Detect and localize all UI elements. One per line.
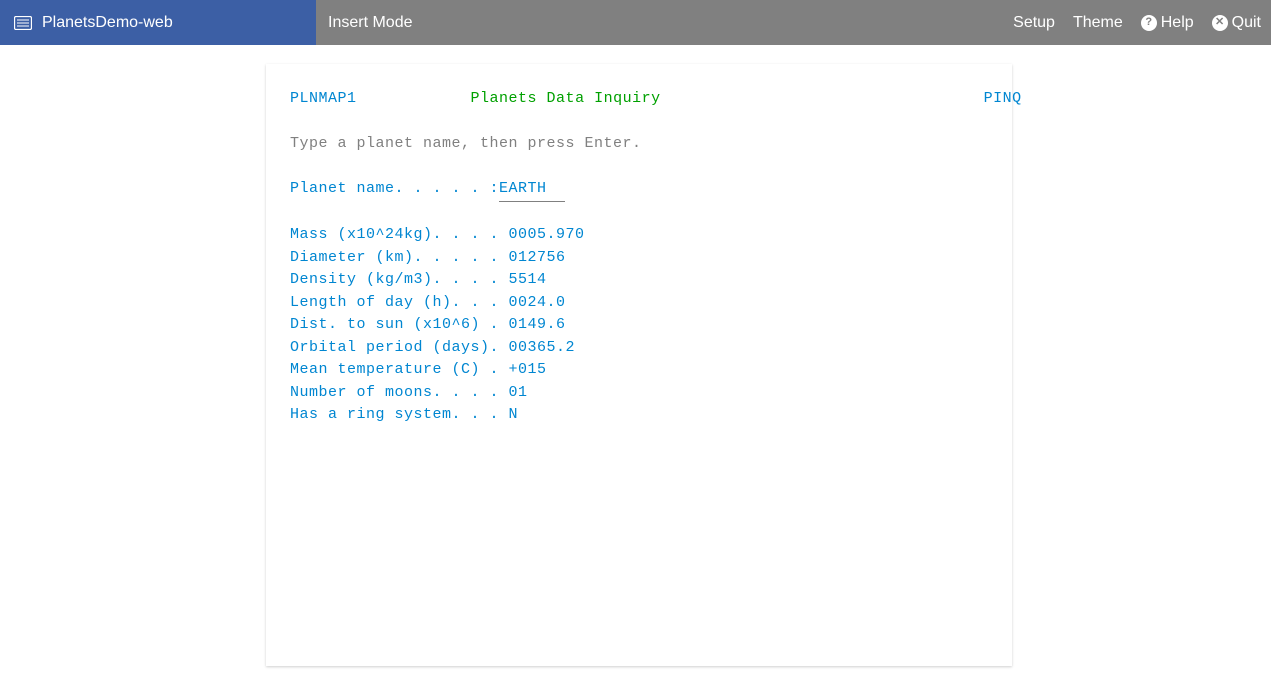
field-row-diameter: Diameter (km). . . . . 012756 [290,247,988,270]
terminal-icon [14,16,32,30]
mode-indicator: Insert Mode [328,14,412,32]
mode-indicator-region: Insert Mode [316,0,1013,45]
header-row: PLNMAP1 Planets Data Inquiry PINQ [290,88,988,111]
field-row-density: Density (kg/m3). . . . 5514 [290,269,988,292]
field-value: 012756 [509,249,566,266]
menu-theme-label: Theme [1073,14,1123,32]
field-value: 0024.0 [509,294,566,311]
terminal-panel: PLNMAP1 Planets Data Inquiry PINQ Type a… [266,64,1012,666]
menu-theme[interactable]: Theme [1073,14,1123,32]
field-value: 00365.2 [509,339,576,356]
field-label: Density (kg/m3). . . . [290,271,509,288]
field-row-mass: Mass (x10^24kg). . . . 0005.970 [290,224,988,247]
planet-name-input[interactable] [499,178,565,202]
field-row-rings: Has a ring system. . . N [290,404,988,427]
planet-input-row: Planet name. . . . . : [290,178,988,202]
blank-row [290,202,988,225]
map-id: PLNMAP1 [290,90,357,107]
field-row-orbital-period: Orbital period (days). 00365.2 [290,337,988,360]
field-label: Mass (x10^24kg). . . . [290,226,509,243]
instruction-text: Type a planet name, then press Enter. [290,133,988,156]
menu-quit-label: Quit [1232,14,1261,32]
field-label: Dist. to sun (x10^6) . [290,316,509,333]
field-row-day-length: Length of day (h). . . 0024.0 [290,292,988,315]
menu-quit[interactable]: ✕ Quit [1212,14,1261,32]
top-menu: Setup Theme ? Help ✕ Quit [1013,0,1271,45]
field-value: +015 [509,361,547,378]
help-icon: ? [1141,15,1157,31]
field-label: Mean temperature (C) . [290,361,509,378]
app-title-region: PlanetsDemo-web [0,0,316,45]
menu-help-label: Help [1161,14,1194,32]
top-bar: PlanetsDemo-web Insert Mode Setup Theme … [0,0,1271,45]
planet-name-label: Planet name. . . . . : [290,180,499,197]
field-value: N [509,406,519,423]
app-title: PlanetsDemo-web [42,14,173,32]
blank-row [290,156,988,179]
field-row-sun-distance: Dist. to sun (x10^6) . 0149.6 [290,314,988,337]
menu-setup-label: Setup [1013,14,1055,32]
field-value: 01 [509,384,528,401]
field-row-temperature: Mean temperature (C) . +015 [290,359,988,382]
menu-help[interactable]: ? Help [1141,14,1194,32]
field-value: 5514 [509,271,547,288]
field-label: Diameter (km). . . . . [290,249,509,266]
close-icon: ✕ [1212,15,1228,31]
field-label: Has a ring system. . . [290,406,509,423]
field-label: Number of moons. . . . [290,384,509,401]
field-label: Length of day (h). . . [290,294,509,311]
field-value: 0005.970 [509,226,585,243]
transaction-id: PINQ [984,90,1022,107]
menu-setup[interactable]: Setup [1013,14,1055,32]
field-row-moons: Number of moons. . . . 01 [290,382,988,405]
field-label: Orbital period (days). [290,339,509,356]
field-value: 0149.6 [509,316,566,333]
blank-row [290,111,988,134]
screen-title: Planets Data Inquiry [471,90,661,107]
